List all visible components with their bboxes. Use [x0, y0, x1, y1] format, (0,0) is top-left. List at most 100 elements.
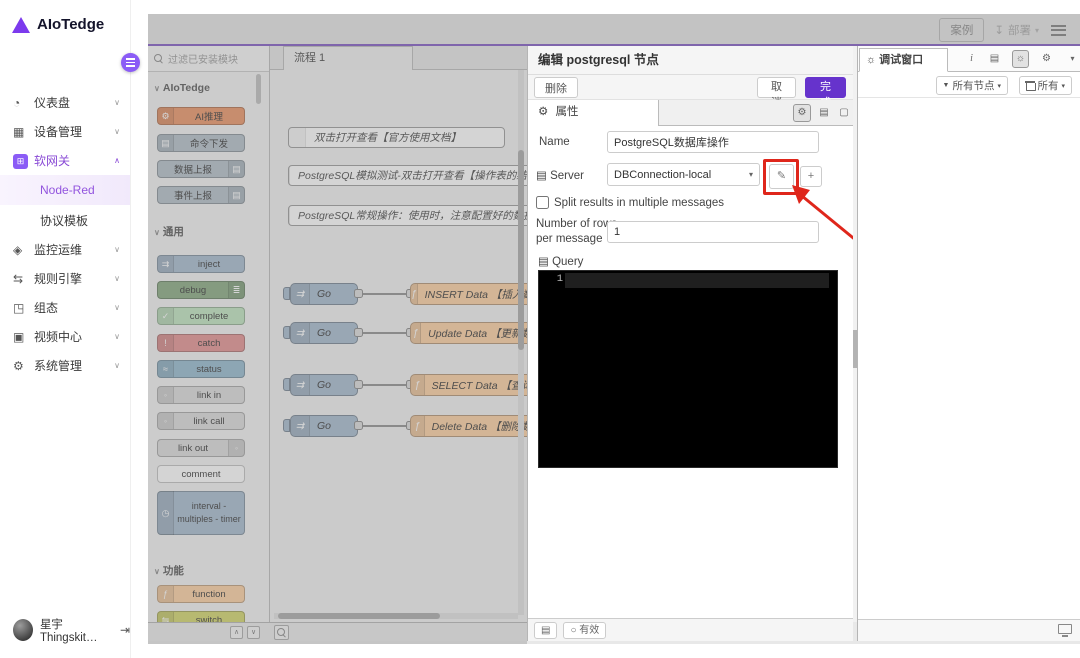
flow-canvas[interactable]: 流程 1 双击打开查看【官方使用文档】 PostgreSQL模拟测试-双击打开查…: [270, 46, 527, 622]
add-server-button[interactable]: +: [800, 166, 822, 187]
query-code-editor[interactable]: 1: [538, 270, 838, 468]
function-node-insert[interactable]: ƒ INSERT Data 【插入数: [410, 283, 527, 305]
name-input[interactable]: [607, 131, 819, 153]
sidebar-item-node-red[interactable]: Node-Red: [0, 175, 130, 205]
inject-node-go[interactable]: ⇉ Go: [290, 322, 358, 344]
output-port[interactable]: [354, 380, 363, 389]
server-select[interactable]: DBConnection-local ▾: [607, 163, 760, 186]
collapse-all-button[interactable]: ∧: [230, 626, 243, 639]
inject-icon: ⇉: [291, 323, 310, 343]
filter-nodes-button[interactable]: ▼ 所有节点 ▾: [936, 76, 1008, 95]
palette-node-comment[interactable]: comment: [157, 465, 245, 483]
zoom-search-button[interactable]: [274, 625, 289, 640]
palette-node-catch[interactable]: ! catch: [157, 334, 245, 352]
tab-debug-window[interactable]: ☼ 调试窗口: [859, 48, 948, 72]
gateway-icon: ⊞: [13, 153, 30, 169]
palette-node-data-report[interactable]: 数据上报 ▤: [157, 160, 245, 178]
sidebar-item-video-center[interactable]: ▣ 视频中心 ∨: [0, 322, 130, 351]
avatar: [13, 619, 33, 641]
palette-category-common[interactable]: ∨通用: [154, 224, 184, 239]
main-menu-icon[interactable]: [1049, 23, 1068, 38]
query-icon: ▤: [538, 256, 549, 268]
inject-node-go[interactable]: ⇉ Go: [290, 374, 358, 396]
sidebar-item-rule-engine[interactable]: ⇆ 规则引擎 ∨: [0, 264, 130, 293]
palette-category-aiotedge[interactable]: ∨AIoTedge: [154, 82, 210, 94]
edit-server-button[interactable]: ✎: [769, 164, 794, 189]
file-icon: ▤: [228, 161, 244, 177]
edit-tray-footer: ▤ ○ 有效: [528, 618, 853, 641]
function-node-delete[interactable]: ƒ Delete Data 【删除数: [410, 415, 527, 437]
output-port[interactable]: [354, 421, 363, 430]
tab-flow-1[interactable]: 流程 1: [283, 46, 413, 70]
info-icon[interactable]: i: [963, 50, 980, 68]
inject-node-go[interactable]: ⇉ Go: [290, 415, 358, 437]
comment-node-docs[interactable]: 双击打开查看【官方使用文档】: [288, 127, 505, 148]
palette-node-function[interactable]: ƒ function: [157, 585, 245, 603]
done-button[interactable]: 完成: [805, 77, 846, 98]
inject-trigger-button[interactable]: [283, 326, 290, 339]
comment-node-sim-test[interactable]: PostgreSQL模拟测试-双击打开查看【操作表的结构】: [288, 165, 527, 186]
palette-node-event-report[interactable]: 事件上报 ▤: [157, 186, 245, 204]
tab-properties[interactable]: ⚙ 属性: [528, 100, 659, 126]
settings-gear-icon[interactable]: ⚙: [1038, 50, 1055, 68]
palette-node-status[interactable]: ≈ status: [157, 360, 245, 378]
sidebar-item-system[interactable]: ⚙ 系统管理 ∨: [0, 351, 130, 380]
sidebar-collapse-button[interactable]: [121, 53, 140, 72]
palette-category-function[interactable]: ∨功能: [154, 563, 184, 578]
sidebar-item-scada[interactable]: ◳ 组态 ∨: [0, 293, 130, 322]
palette-scrollbar[interactable]: [256, 74, 261, 104]
palette-node-switch[interactable]: ⇋ switch: [157, 611, 245, 622]
clear-messages-button[interactable]: 所有 ▾: [1019, 76, 1072, 95]
inject-trigger-button[interactable]: [283, 419, 290, 432]
palette-node-command[interactable]: ▤ 命令下发: [157, 134, 245, 152]
description-icon[interactable]: ▤: [815, 104, 833, 122]
sidebar-item-gateway[interactable]: ⊞ 软网关 ∧: [0, 146, 130, 175]
help-book-icon[interactable]: ▤: [986, 50, 1003, 68]
sidebar-item-protocol-template[interactable]: 协议模板: [0, 205, 130, 235]
deploy-caret-icon[interactable]: ▾: [1035, 26, 1039, 35]
delete-button[interactable]: 删除: [534, 77, 578, 98]
palette-node-link-in[interactable]: ◦ link in: [157, 386, 245, 404]
function-node-update[interactable]: ƒ Update Data 【更新数: [410, 322, 527, 344]
file-icon: ▤: [158, 135, 174, 151]
sidebar-item-dashboard[interactable]: ◔ 仪表盘 ∨: [0, 88, 130, 117]
cancel-button[interactable]: 取消: [757, 77, 796, 98]
logout-icon[interactable]: ⇥: [120, 623, 130, 637]
example-button[interactable]: 案例: [939, 18, 984, 42]
inject-trigger-button[interactable]: [283, 378, 290, 391]
function-node-select[interactable]: ƒ SELECT Data 【查询: [410, 374, 527, 396]
expand-all-button[interactable]: ∨: [247, 626, 260, 639]
palette-node-link-call[interactable]: ◦ link call: [157, 412, 245, 430]
palette-node-link-out[interactable]: link out ◦: [157, 439, 245, 457]
output-port[interactable]: [354, 328, 363, 337]
output-port[interactable]: [354, 289, 363, 298]
user-profile[interactable]: 星宇Thingskit… ⇥: [13, 616, 130, 644]
canvas-vertical-scrollbar[interactable]: [518, 70, 524, 615]
node-settings-icon[interactable]: ⚙: [793, 104, 811, 122]
palette-node-interval-timer[interactable]: ◷ interval - multiples - timer: [157, 491, 245, 535]
chevron-down-icon[interactable]: ▾: [1064, 50, 1080, 68]
palette-search[interactable]: 过滤已安装模块: [148, 46, 269, 72]
app-name: AIoTedge: [37, 16, 104, 33]
open-in-window-icon[interactable]: [1058, 624, 1072, 634]
inject-icon: ⇉: [291, 375, 310, 395]
rows-per-message-input[interactable]: [607, 221, 819, 243]
sidebar-item-devices[interactable]: ▦ 设备管理 ∨: [0, 117, 130, 146]
comment-node-routine-ops[interactable]: PostgreSQL常规操作：使用时，注意配置好的数据库: [288, 205, 527, 226]
palette-node-complete[interactable]: ✓ complete: [157, 307, 245, 325]
sidebar-item-monitoring[interactable]: ◈ 监控运维 ∨: [0, 235, 130, 264]
inject-node-go[interactable]: ⇉ Go: [290, 283, 358, 305]
deploy-button[interactable]: ↧ 部署 ▾: [994, 22, 1039, 38]
debug-tabbar: ☼ 调试窗口 i ▤ ☼ ⚙ ▾: [858, 46, 1080, 72]
server-icon: ▤: [536, 170, 547, 182]
library-icon[interactable]: ▤: [534, 622, 557, 639]
debug-messages-icon[interactable]: ☼: [1012, 50, 1029, 68]
funnel-icon: ▼: [943, 82, 950, 89]
palette-node-inject[interactable]: ⇉ inject: [157, 255, 245, 273]
palette-node-ai[interactable]: ⚙ AI推理: [157, 107, 245, 125]
canvas-horizontal-scrollbar[interactable]: [274, 613, 518, 619]
palette-node-debug[interactable]: debug ≣: [157, 281, 245, 299]
split-results-checkbox[interactable]: [536, 196, 549, 209]
appearance-icon[interactable]: ▢: [835, 104, 853, 122]
inject-trigger-button[interactable]: [283, 287, 290, 300]
